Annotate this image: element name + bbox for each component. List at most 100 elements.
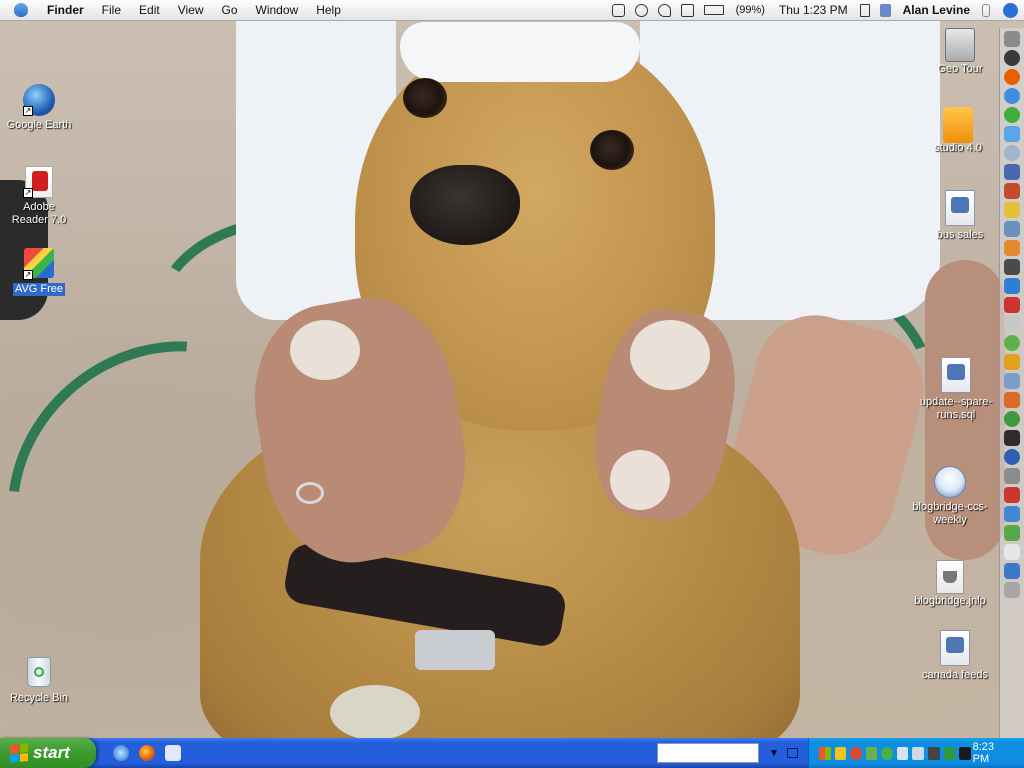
vertical-dock <box>999 28 1024 740</box>
jnlp-file-icon <box>934 560 966 594</box>
desktop-icon[interactable] <box>165 745 181 761</box>
windows-flag-icon <box>10 743 28 763</box>
menu-finder[interactable]: Finder <box>38 3 93 17</box>
security-shield-icon[interactable] <box>834 746 847 760</box>
heart-icon[interactable] <box>657 3 671 17</box>
menu-go[interactable]: Go <box>213 3 247 17</box>
collar-buckle <box>415 630 495 670</box>
wifi-icon[interactable] <box>680 3 694 17</box>
apple-menu-icon[interactable] <box>14 3 28 17</box>
internet-explorer-icon[interactable] <box>113 745 129 761</box>
desktop-wallpaper <box>0 20 1024 738</box>
battery-icon[interactable] <box>703 5 724 15</box>
dock-item-icon[interactable] <box>1004 88 1020 104</box>
dock-item-icon[interactable] <box>1004 506 1020 522</box>
dock-item-icon[interactable] <box>1004 468 1020 484</box>
dock-item-icon[interactable] <box>1004 392 1020 408</box>
desktop-icon-bus-sales[interactable]: bus sales <box>921 190 999 242</box>
dock-item-icon[interactable] <box>1004 164 1020 180</box>
tray-app-icon[interactable] <box>927 746 940 760</box>
dock-item-icon[interactable] <box>1004 221 1020 237</box>
toolbar-restore-icon[interactable] <box>787 748 798 758</box>
desktop-icon-studio[interactable]: studio 4.0 <box>919 107 997 155</box>
desktop-icon-blogbridge-weekly[interactable]: blogbridge-ccs-weekly <box>904 466 996 527</box>
windows-taskbar: start ▼ 8:23 PM <box>0 738 1024 768</box>
dock-item-icon[interactable] <box>1004 487 1020 503</box>
tray-app-icon[interactable] <box>959 746 971 760</box>
firefox-icon[interactable] <box>139 745 155 761</box>
desktop-icon-label: update--spare-runs.sql <box>919 396 993 421</box>
soap-foam <box>610 450 670 510</box>
chat-icon[interactable] <box>634 3 648 17</box>
dock-item-icon[interactable] <box>1004 31 1020 47</box>
dock-item-icon[interactable] <box>1004 544 1020 560</box>
firefox-icon[interactable] <box>1004 69 1020 85</box>
shortcut-arrow-icon: ↗ <box>23 106 33 116</box>
tray-app-icon[interactable] <box>943 746 956 760</box>
desktop-icon-label: Google Earth <box>6 119 72 131</box>
dock-item-icon[interactable] <box>1004 563 1020 579</box>
menu-edit[interactable]: Edit <box>130 3 169 17</box>
dock-item-icon[interactable] <box>1004 525 1020 541</box>
desktop-icon-label: Geo Tour <box>937 63 983 75</box>
bluetooth-icon[interactable] <box>982 3 990 17</box>
dock-item-icon[interactable] <box>1004 354 1020 370</box>
spotlight-icon[interactable] <box>1003 2 1018 18</box>
dock-item-icon[interactable] <box>1004 183 1020 199</box>
dock-item-icon[interactable] <box>1004 297 1020 313</box>
battery-percent: (99%) <box>735 4 765 16</box>
user-name[interactable]: Alan Levine <box>903 3 970 17</box>
dock-item-icon[interactable] <box>1004 430 1020 446</box>
desktop-icon-avg-free[interactable]: ↗ AVG Free <box>0 248 78 296</box>
dock-item-icon[interactable] <box>1004 316 1020 332</box>
chevron-down-icon[interactable]: ▼ <box>765 748 783 759</box>
taskbar-clock[interactable]: 8:23 PM <box>973 741 1012 765</box>
desktop-icon-label: canada feeds <box>921 669 989 681</box>
dock-item-icon[interactable] <box>1004 50 1020 66</box>
menu-file[interactable]: File <box>93 3 130 17</box>
speaker-icon[interactable] <box>896 746 909 760</box>
dock-item-icon[interactable] <box>1004 145 1020 161</box>
dock-item-icon[interactable] <box>1004 411 1020 427</box>
menubar-clock[interactable]: Thu 1:23 PM <box>779 3 848 17</box>
volume-icon[interactable] <box>859 3 870 17</box>
dock-item-icon[interactable] <box>1004 373 1020 389</box>
menu-window[interactable]: Window <box>247 3 308 17</box>
dock-item-icon[interactable] <box>1004 335 1020 351</box>
dock-item-icon[interactable] <box>1004 126 1020 142</box>
desktop-icon-label: blogbridge-ccs-weekly <box>912 501 988 526</box>
dock-item-icon[interactable] <box>1004 202 1020 218</box>
desktop-icon-label: Adobe Reader 7.0 <box>11 201 67 226</box>
menu-help[interactable]: Help <box>307 3 350 17</box>
desktop-icon-canada-feeds[interactable]: canada feeds <box>916 630 994 682</box>
phone-icon[interactable] <box>611 3 625 17</box>
dock-item-icon[interactable] <box>1004 240 1020 256</box>
dock-item-icon[interactable] <box>1004 449 1020 465</box>
desktop-icon-geo-tour[interactable]: Geo Tour <box>921 28 999 76</box>
dog-nose <box>410 165 520 245</box>
system-tray: 8:23 PM <box>808 738 1024 768</box>
dock-item-icon[interactable] <box>1004 278 1020 294</box>
dock-item-icon[interactable] <box>1004 259 1020 275</box>
windows-icon[interactable] <box>819 746 831 760</box>
document-icon <box>945 190 975 226</box>
desktop-icon-blogbridge-jnlp[interactable]: blogbridge.jnlp <box>904 560 996 608</box>
start-button[interactable]: start <box>0 738 96 768</box>
address-input[interactable] <box>657 743 759 763</box>
desktop-icon-update-sql[interactable]: update--spare-runs.sql <box>911 357 1001 422</box>
desktop-icon-google-earth[interactable]: ↗ Google Earth <box>0 84 78 132</box>
studio-icon <box>942 107 974 143</box>
desktop-icon-adobe-reader[interactable]: ↗ Adobe Reader 7.0 <box>0 166 78 227</box>
desktop-icon-recycle-bin[interactable]: Recycle Bin <box>0 657 78 705</box>
sql-document-icon <box>941 357 971 393</box>
network-icon[interactable] <box>865 746 878 760</box>
avg-tray-icon[interactable] <box>850 746 862 760</box>
user-icon[interactable] <box>879 3 891 17</box>
document-icon <box>940 630 970 666</box>
dock-item-icon[interactable] <box>1004 582 1020 598</box>
desktop-icon-label: bus sales <box>936 229 984 241</box>
skype-icon[interactable] <box>1004 107 1020 123</box>
wireless-icon[interactable] <box>912 746 924 760</box>
menu-view[interactable]: View <box>169 3 213 17</box>
messenger-icon[interactable] <box>881 746 893 760</box>
